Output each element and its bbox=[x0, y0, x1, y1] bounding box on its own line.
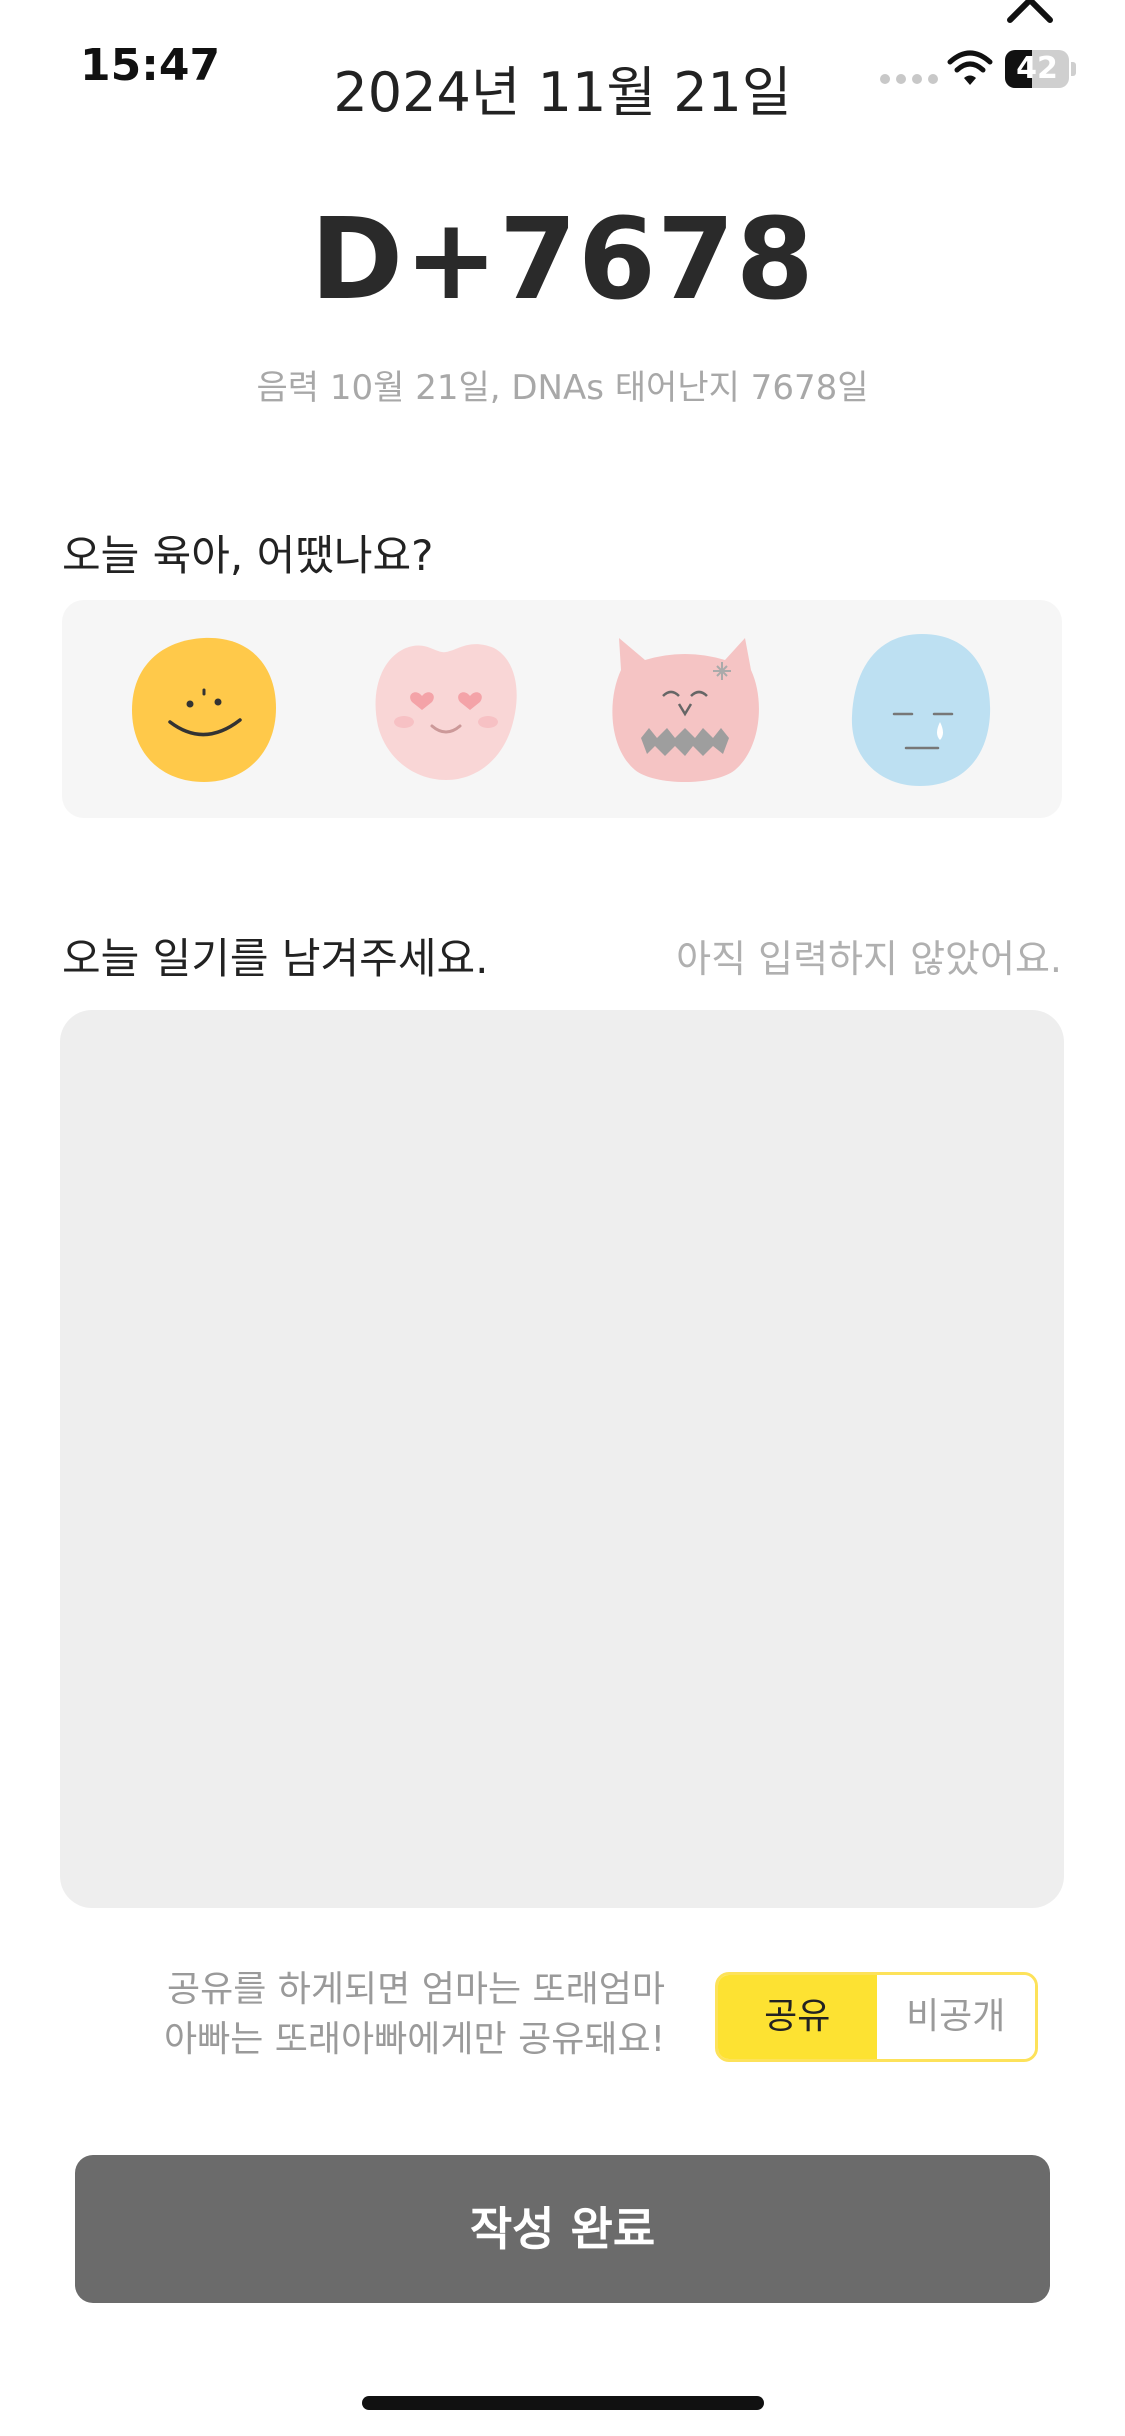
mood-title: 오늘 육아, 어땠나요? bbox=[62, 531, 434, 580]
share-note-line1: 공유를 하게되면 엄마는 또래엄마 bbox=[166, 1969, 665, 2010]
mood-option-love[interactable] bbox=[366, 630, 526, 790]
submit-button[interactable]: 작성 완료 bbox=[75, 2155, 1050, 2303]
cellular-signal-icon bbox=[880, 74, 938, 84]
mood-option-angry[interactable] bbox=[605, 630, 765, 790]
share-option-private[interactable]: 비공개 bbox=[876, 1975, 1035, 2059]
close-button[interactable] bbox=[1000, 0, 1060, 30]
share-note: 공유를 하게되면 엄마는 또래엄마 아빠는 또래아빠에게만 공유돼요! bbox=[120, 1965, 665, 2065]
mood-option-happy[interactable] bbox=[124, 630, 284, 790]
battery-tip bbox=[1071, 62, 1076, 76]
wifi-icon bbox=[945, 48, 995, 88]
diary-input[interactable] bbox=[60, 1010, 1064, 1908]
angry-face-icon bbox=[612, 638, 759, 782]
share-option-public[interactable]: 공유 bbox=[718, 1975, 877, 2059]
happy-face-icon bbox=[132, 637, 276, 782]
mood-option-sad[interactable] bbox=[842, 630, 1002, 790]
sad-face-icon bbox=[851, 634, 991, 786]
close-chevron-icon bbox=[1007, 0, 1053, 23]
love-face-icon bbox=[375, 644, 517, 780]
home-indicator[interactable] bbox=[362, 2396, 764, 2410]
diary-title: 오늘 일기를 남겨주세요. bbox=[62, 934, 489, 983]
share-note-line2: 아빠는 또래아빠에게만 공유돼요! bbox=[164, 2019, 665, 2060]
dday-subtitle: 음력 10월 21일, DNAs 태어난지 7678일 bbox=[256, 368, 869, 408]
battery-icon: 42 bbox=[1005, 50, 1069, 88]
diary-status: 아직 입력하지 않았어요. bbox=[676, 937, 1062, 981]
battery-level: 42 bbox=[1016, 51, 1058, 86]
dday-count: D+7678 bbox=[310, 195, 815, 325]
share-toggle: 공유 비공개 bbox=[715, 1972, 1038, 2062]
